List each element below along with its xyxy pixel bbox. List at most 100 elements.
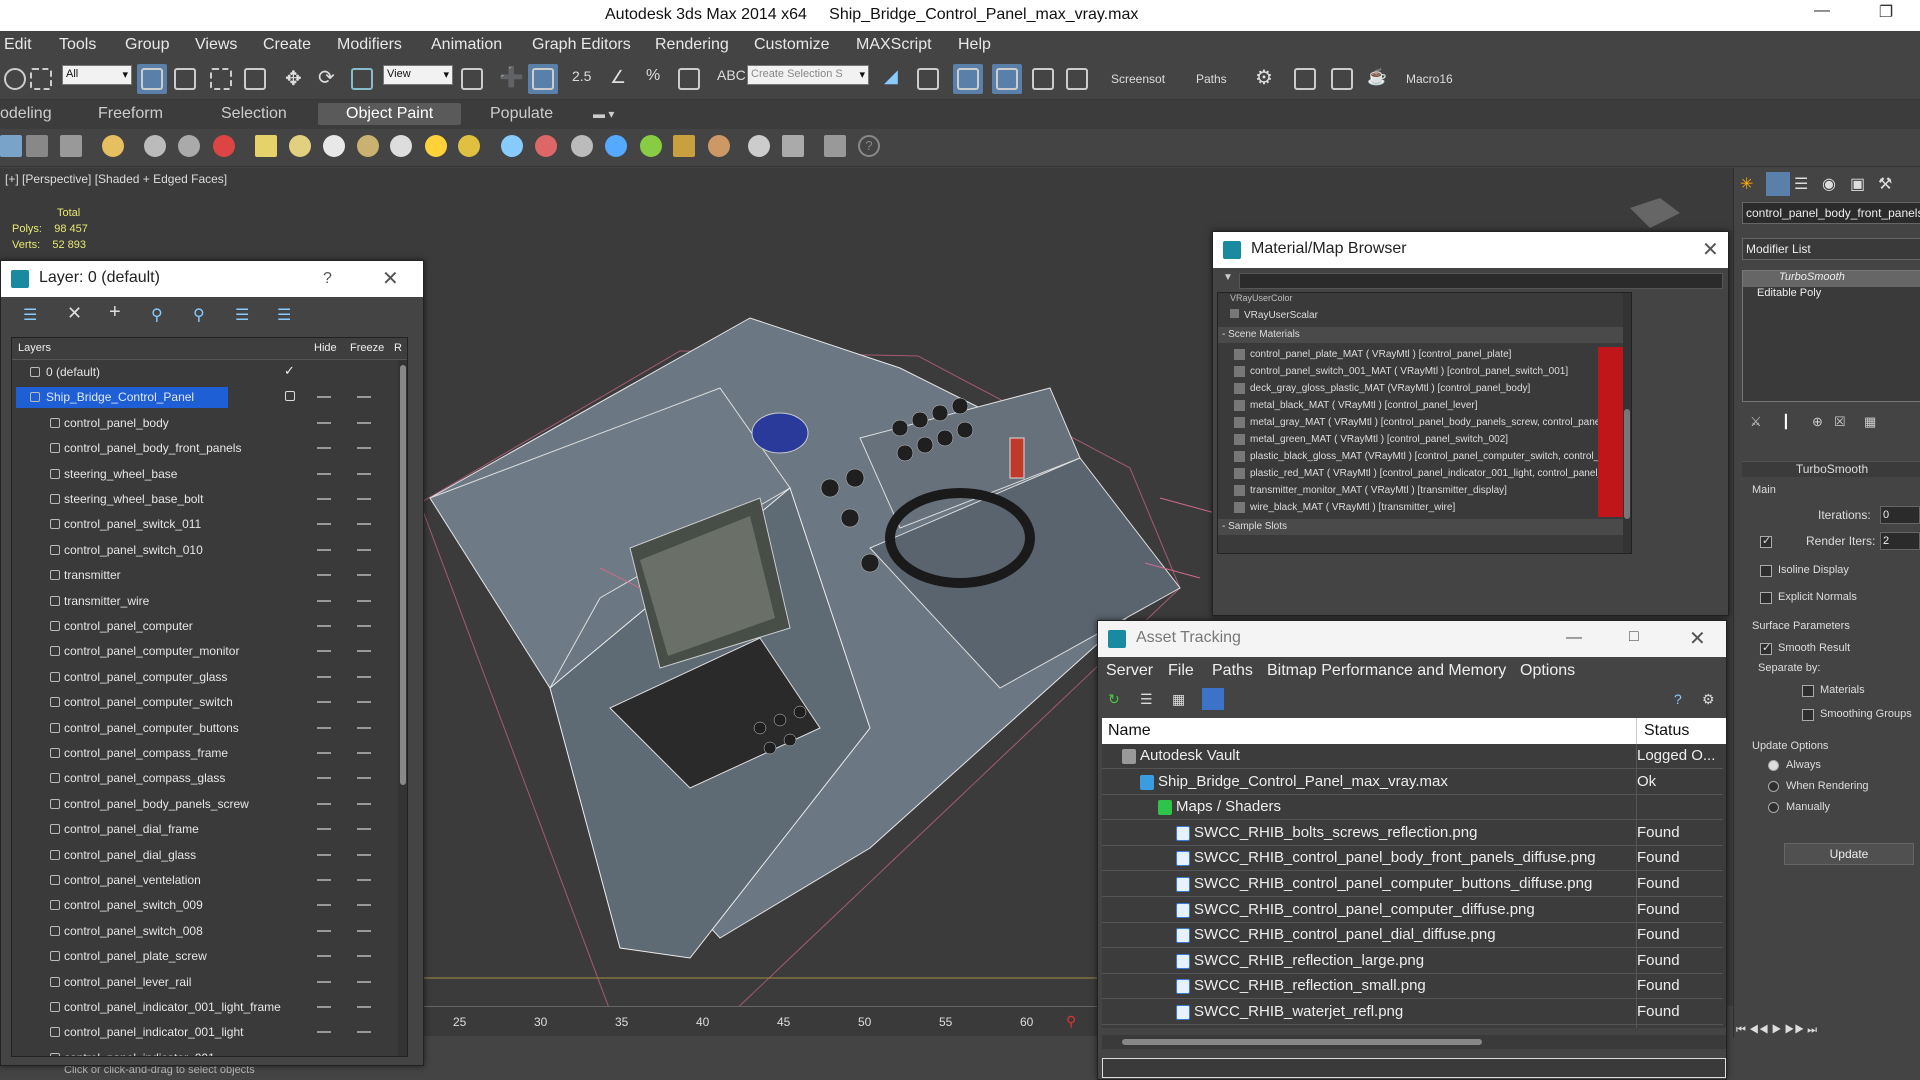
key-marker-icon[interactable]: ⚲ (1066, 1013, 1076, 1030)
freeze-toggle[interactable] (357, 447, 371, 450)
asset-path-field[interactable] (1102, 1058, 1726, 1078)
make-unique-icon[interactable]: ⊕ (1812, 414, 1823, 430)
toolbar-label-macro16[interactable]: Macro16 (1406, 72, 1453, 86)
layer-object-row[interactable]: steering_wheel_base (12, 462, 397, 487)
freeze-toggle[interactable] (357, 650, 371, 653)
layer-object-row[interactable]: control_panel_computer (12, 614, 397, 639)
edit-named-sel-icon[interactable]: ABC (712, 64, 746, 94)
hide-toggle[interactable] (317, 828, 331, 831)
table-view-icon[interactable] (1202, 688, 1224, 710)
col-name[interactable]: Name (1108, 722, 1151, 740)
menu-tools[interactable]: Tools (59, 36, 96, 54)
highlight-layer-icon[interactable]: ⚲ (193, 305, 205, 325)
update-button[interactable]: Update (1784, 843, 1914, 865)
move-icon[interactable]: ✥ (279, 64, 309, 94)
tab-populate[interactable]: Populate (490, 105, 553, 123)
molecule-icon[interactable] (535, 135, 557, 157)
plane-icon[interactable] (255, 135, 277, 157)
selection-filter-dropdown[interactable]: All ▾ (62, 65, 132, 85)
layer-object-row[interactable]: control_panel_computer_buttons (12, 716, 397, 741)
tab-object-paint[interactable]: Object Paint (318, 103, 462, 125)
hide-toggle[interactable] (317, 701, 331, 704)
render-setup-icon[interactable] (1290, 64, 1320, 94)
menu-graph-editors[interactable]: Graph Editors (532, 36, 631, 54)
grid-icon[interactable] (60, 135, 82, 157)
layer-object-row[interactable]: control_panel_ventelation (12, 868, 397, 893)
menu-group[interactable]: Group (125, 36, 169, 54)
layer-object-row[interactable]: control_panel_body_panels_screw (12, 792, 397, 817)
menu-edit[interactable]: Edit (4, 36, 32, 54)
freeze-toggle[interactable] (357, 599, 371, 602)
window-crossing-icon[interactable] (240, 64, 270, 94)
pivot-icon[interactable] (457, 64, 487, 94)
smooth-result-checkbox[interactable]: ✓ (1760, 642, 1772, 655)
select-object-button[interactable] (137, 64, 167, 94)
menu-help[interactable]: Help (958, 36, 991, 54)
render-frame-icon[interactable] (1327, 64, 1357, 94)
export-icon[interactable] (824, 135, 846, 157)
asset-row[interactable]: Ship_Bridge_Control_Panel_max_vray.max Ok (1102, 770, 1723, 795)
spinner-snap-icon[interactable] (674, 64, 704, 94)
settings-icon[interactable]: ⚙ (1702, 691, 1715, 708)
menu-create[interactable]: Create (263, 36, 311, 54)
hide-toggle[interactable] (317, 447, 331, 450)
layer-object-row[interactable]: control_panel_plate_screw (12, 944, 397, 969)
menu-rendering[interactable]: Rendering (655, 36, 729, 54)
materials-checkbox[interactable] (1802, 685, 1814, 697)
explicit-normals-checkbox[interactable] (1760, 592, 1772, 604)
freeze-toggle[interactable] (357, 777, 371, 780)
schematic-view-icon[interactable] (1062, 64, 1092, 94)
vray-sphere-icon[interactable] (605, 135, 627, 157)
layer-object-row[interactable]: control_panel_indicator_001 (12, 1046, 397, 1056)
freeze-toggle[interactable] (357, 1006, 371, 1008)
layer-object-row[interactable]: control_panel_indicator_001_light (12, 1020, 397, 1045)
material-row[interactable]: transmitter_monitor_MAT ( VRayMtl ) [tra… (1234, 483, 1630, 500)
angle-snap-icon[interactable]: ∠ (605, 64, 635, 94)
layer-icon[interactable] (0, 135, 22, 157)
render-iters-checkbox[interactable]: ✓ (1760, 535, 1772, 548)
top-item[interactable]: VRayUserScalar (1230, 309, 1318, 323)
freeze-toggle[interactable] (357, 523, 371, 526)
create-tab-icon[interactable]: ✳ (1740, 174, 1753, 194)
freeze-toggle[interactable] (357, 802, 371, 805)
rect-selection-icon[interactable] (206, 64, 236, 94)
render-iters-spinner[interactable]: 2 (1880, 532, 1920, 550)
material-editor-icon[interactable]: ⚙ (1252, 64, 1282, 94)
viewport-label[interactable]: [+] [Perspective] [Shaded + Edged Faces] (5, 172, 227, 186)
material-row[interactable]: control_panel_switch_001_MAT ( VRayMtl )… (1234, 364, 1630, 381)
close-icon[interactable]: ✕ (1702, 237, 1719, 262)
freeze-toggle[interactable] (357, 879, 371, 881)
always-radio[interactable] (1768, 760, 1779, 771)
character-icon[interactable] (178, 135, 200, 157)
hide-toggle[interactable] (317, 498, 331, 500)
sample-slots-section[interactable]: - Sample Slots (1218, 519, 1631, 535)
freeze-toggle[interactable] (357, 396, 371, 399)
scene-materials-section[interactable]: - Scene Materials (1218, 327, 1631, 343)
restore-button[interactable]: ❐ (1866, 2, 1906, 28)
material-row[interactable]: wire_black_MAT ( VRayMtl ) [transmitter_… (1234, 500, 1630, 517)
asset-row[interactable]: SWCC_RHIB_bolts_screws_reflection.png Fou… (1102, 821, 1723, 846)
material-sphere-icon[interactable] (748, 135, 770, 157)
named-selection-set-field[interactable]: Create Selection S ▾ (747, 65, 869, 85)
playback-controls[interactable]: ⏮ ◀◀ ▶ ▶▶ ⏭ (1736, 1024, 1916, 1038)
material-list-scrollbar[interactable] (1623, 293, 1631, 553)
freeze-toggle[interactable] (357, 472, 371, 475)
configure-sets-icon[interactable]: ▦ (1864, 414, 1876, 430)
scene-explorer-icon[interactable] (26, 135, 48, 157)
smoothing-groups-checkbox[interactable] (1802, 709, 1814, 721)
layer-manager-icon[interactable] (953, 64, 983, 94)
menu-options[interactable]: Options (1520, 662, 1575, 680)
layer-object-row[interactable]: transmitter_wire (12, 589, 397, 614)
vfb-icon[interactable] (782, 135, 804, 157)
sky-icon[interactable] (458, 135, 480, 157)
stack-item-turbosmooth[interactable]: TurboSmooth (1743, 271, 1920, 287)
help-icon[interactable]: ? (858, 135, 880, 157)
help-button[interactable]: ? (323, 270, 332, 288)
material-browser-titlebar[interactable]: Material/Map Browser ✕ (1213, 232, 1728, 268)
minimize-button[interactable]: — (1802, 2, 1842, 28)
hide-toggle[interactable] (317, 523, 331, 526)
menu-server[interactable]: Server (1106, 662, 1153, 680)
add-to-layer-icon[interactable]: + (109, 301, 121, 324)
hide-toggle[interactable] (317, 472, 331, 475)
hide-toggle[interactable] (317, 752, 331, 754)
